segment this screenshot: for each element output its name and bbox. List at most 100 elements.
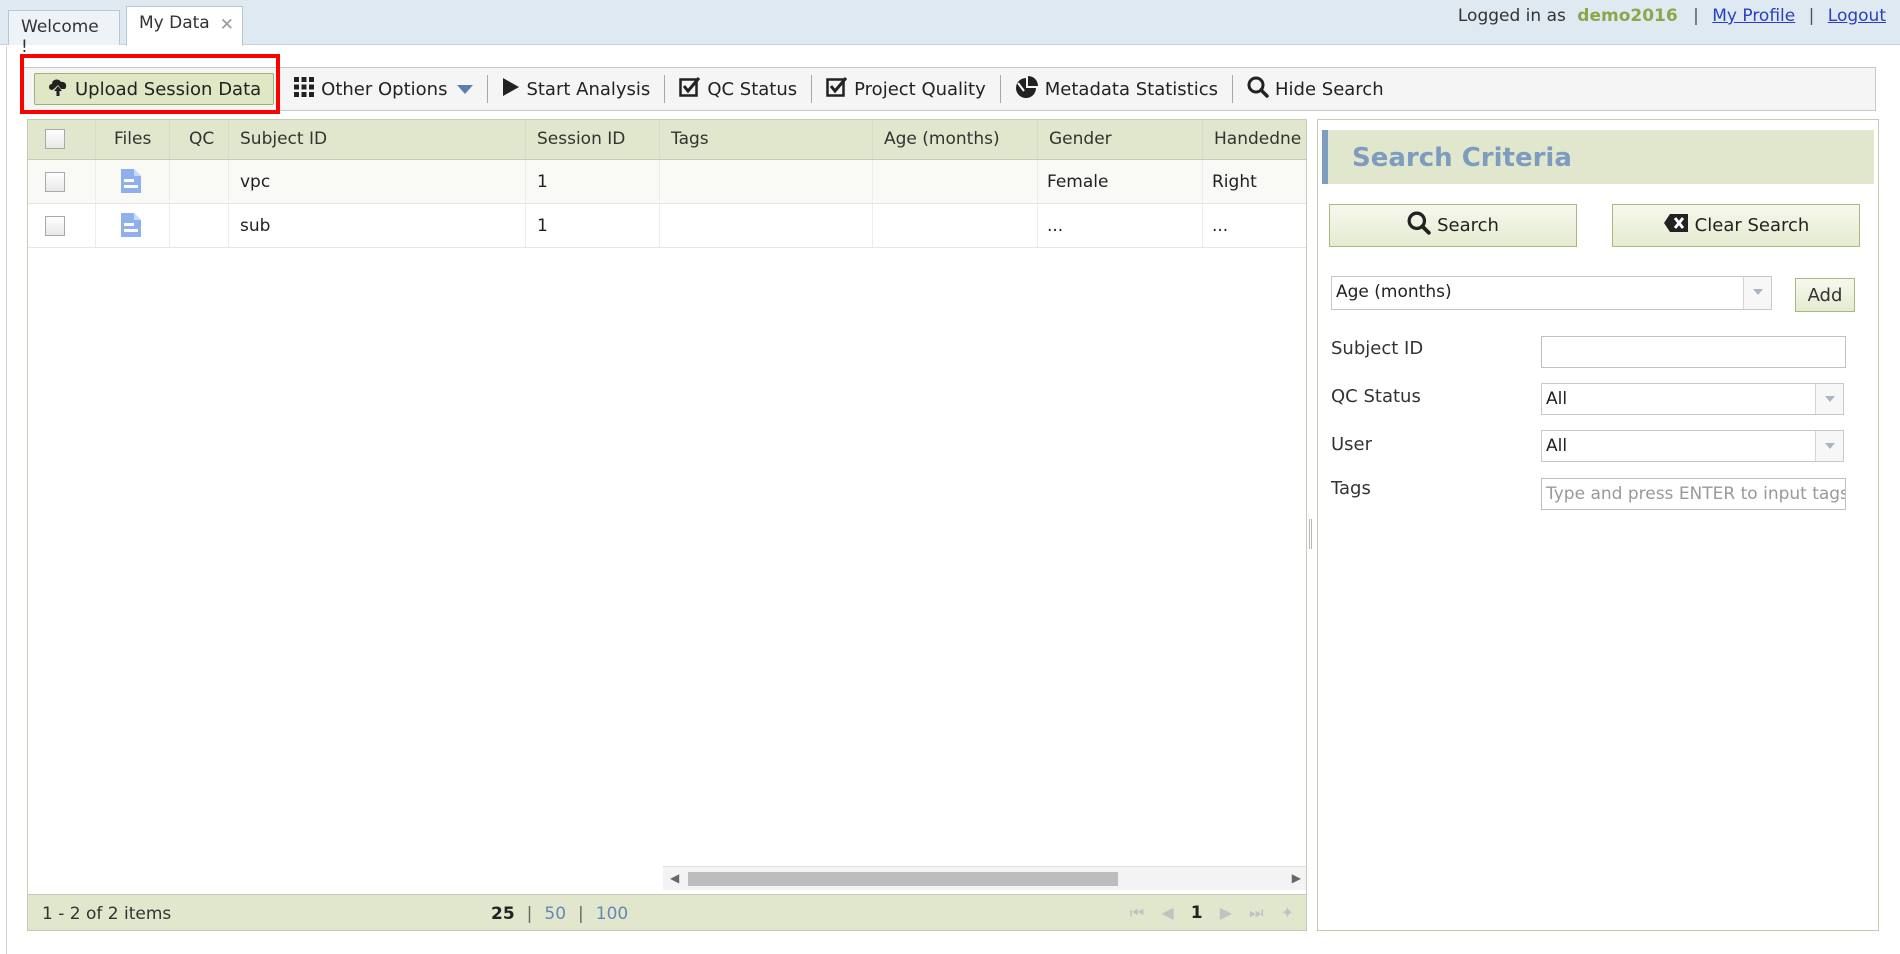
row-select-cell bbox=[28, 160, 96, 203]
chevron-down-icon[interactable] bbox=[1743, 277, 1771, 309]
handedness-cell: Right bbox=[1212, 172, 1257, 192]
column-header-files[interactable]: Files bbox=[96, 120, 170, 159]
criteria-select-value: Age (months) bbox=[1336, 282, 1452, 302]
gender-cell: Female bbox=[1038, 160, 1203, 203]
tab-welcome[interactable]: Welcome ! bbox=[8, 10, 120, 57]
scroll-left-icon[interactable]: ◀ bbox=[670, 871, 679, 885]
column-header-qc[interactable]: QC bbox=[170, 120, 229, 159]
user-select[interactable]: All bbox=[1541, 430, 1844, 462]
my-profile-link[interactable]: My Profile bbox=[1712, 6, 1795, 26]
toolbar: Upload Session Data Other Options Start … bbox=[21, 67, 1876, 111]
chevron-down-icon[interactable] bbox=[1815, 431, 1843, 461]
upload-session-data-button[interactable]: Upload Session Data bbox=[34, 73, 275, 105]
start-analysis-button[interactable]: Start Analysis bbox=[492, 71, 660, 107]
horizontal-scrollbar[interactable]: ◀ ▶ bbox=[663, 866, 1306, 890]
age-cell bbox=[873, 160, 1038, 203]
column-header-age[interactable]: Age (months) bbox=[873, 120, 1038, 159]
top-tab-strip: Welcome ! My Data ✕ Logged in as demo201… bbox=[0, 0, 1900, 57]
close-icon[interactable]: ✕ bbox=[220, 15, 234, 35]
search-panel: Search Criteria Search Clear Search bbox=[1317, 119, 1879, 931]
add-criteria-button[interactable]: Add bbox=[1795, 278, 1855, 312]
table-row[interactable]: sub 1 ... ... bbox=[28, 204, 1306, 248]
separator: | bbox=[578, 904, 584, 924]
files-cell bbox=[96, 204, 170, 247]
page-size-25[interactable]: 25 bbox=[491, 904, 515, 924]
search-button[interactable]: Search bbox=[1329, 204, 1577, 247]
qc-status-label: QC Status bbox=[1331, 386, 1421, 407]
pie-chart-icon bbox=[1015, 75, 1039, 104]
qc-status-button[interactable]: QC Status bbox=[669, 71, 807, 107]
files-cell bbox=[96, 160, 170, 203]
project-quality-button[interactable]: Project Quality bbox=[816, 71, 996, 107]
page-size-100[interactable]: 100 bbox=[596, 904, 628, 924]
tags-cell bbox=[660, 204, 873, 247]
other-options-button[interactable]: Other Options bbox=[283, 71, 483, 107]
session-id-cell: 1 bbox=[526, 160, 660, 203]
column-header-session-id[interactable]: Session ID bbox=[526, 120, 660, 159]
upload-cloud-icon bbox=[47, 77, 69, 102]
page-size-selector: 25 | 50 | 100 bbox=[485, 904, 634, 924]
clear-search-button[interactable]: Clear Search bbox=[1612, 204, 1860, 247]
user-value: All bbox=[1546, 436, 1568, 456]
column-header-handedness[interactable]: Handedne bbox=[1203, 120, 1306, 159]
login-info: Logged in as demo2016 | My Profile | Log… bbox=[1458, 6, 1890, 26]
column-header-subject-id[interactable]: Subject ID bbox=[229, 120, 526, 159]
hide-search-label: Hide Search bbox=[1275, 78, 1384, 100]
file-icon[interactable] bbox=[120, 212, 142, 238]
toolbar-divider bbox=[811, 75, 813, 103]
item-count: 1 - 2 of 2 items bbox=[42, 904, 172, 924]
tab-my-data-label: My Data bbox=[139, 13, 210, 33]
select-all-header[interactable] bbox=[28, 120, 96, 159]
refresh-icon[interactable]: ✦ bbox=[1281, 903, 1294, 922]
page-size-50[interactable]: 50 bbox=[544, 904, 566, 924]
project-quality-label: Project Quality bbox=[854, 78, 986, 100]
qc-status-value: All bbox=[1546, 389, 1568, 409]
other-options-label: Other Options bbox=[321, 78, 448, 100]
row-checkbox[interactable] bbox=[45, 172, 65, 192]
handedness-cell: ... bbox=[1212, 216, 1229, 236]
subject-id-cell: vpc bbox=[229, 160, 526, 203]
last-page-icon[interactable]: ⏭ bbox=[1249, 903, 1263, 922]
logout-link[interactable]: Logout bbox=[1828, 6, 1886, 26]
gender-cell: ... bbox=[1038, 204, 1203, 247]
toolbar-divider bbox=[487, 75, 489, 103]
age-cell bbox=[873, 204, 1038, 247]
tags-cell bbox=[660, 160, 873, 203]
subject-id-label: Subject ID bbox=[1331, 338, 1424, 359]
table-row[interactable]: vpc 1 Female Right bbox=[28, 160, 1306, 204]
column-header-gender[interactable]: Gender bbox=[1038, 120, 1203, 159]
logged-in-label: Logged in as bbox=[1457, 6, 1566, 26]
hide-search-button[interactable]: Hide Search bbox=[1237, 71, 1394, 107]
search-criteria-title: Search Criteria bbox=[1322, 130, 1874, 184]
panel-splitter[interactable] bbox=[1309, 519, 1312, 549]
toolbar-divider bbox=[278, 75, 280, 103]
grid-footer: 1 - 2 of 2 items 25 | 50 | 100 ⏮ ◀ 1 ▶ ⏭ ✦ bbox=[28, 894, 1306, 930]
file-icon[interactable] bbox=[120, 168, 142, 194]
tags-input[interactable]: Type and press ENTER to input tags bbox=[1541, 478, 1846, 510]
chevron-down-icon[interactable] bbox=[1815, 384, 1843, 414]
first-page-icon[interactable]: ⏮ bbox=[1130, 903, 1144, 922]
qc-cell bbox=[170, 160, 229, 203]
checkbox-checked-icon bbox=[826, 76, 848, 103]
qc-status-label: QC Status bbox=[707, 78, 798, 100]
tab-my-data[interactable]: My Data ✕ bbox=[126, 6, 243, 46]
grid-header: Files QC Subject ID Session ID Tags Age … bbox=[28, 120, 1306, 160]
column-header-tags[interactable]: Tags bbox=[660, 120, 873, 159]
clear-search-label: Clear Search bbox=[1694, 215, 1810, 236]
upload-session-data-label: Upload Session Data bbox=[75, 78, 262, 100]
metadata-statistics-button[interactable]: Metadata Statistics bbox=[1005, 71, 1228, 107]
subject-id-cell: sub bbox=[229, 204, 526, 247]
scroll-right-icon[interactable]: ▶ bbox=[1292, 871, 1301, 885]
next-page-icon[interactable]: ▶ bbox=[1220, 903, 1232, 922]
prev-page-icon[interactable]: ◀ bbox=[1161, 903, 1173, 922]
current-page: 1 bbox=[1190, 903, 1203, 923]
qc-status-select[interactable]: All bbox=[1541, 383, 1844, 415]
select-all-checkbox[interactable] bbox=[45, 129, 65, 149]
grid-icon bbox=[293, 76, 315, 103]
subject-id-input[interactable] bbox=[1541, 336, 1846, 368]
criteria-select[interactable]: Age (months) bbox=[1331, 276, 1772, 310]
row-checkbox[interactable] bbox=[45, 216, 65, 236]
start-analysis-label: Start Analysis bbox=[526, 78, 651, 100]
toolbar-divider bbox=[1232, 75, 1234, 103]
scrollbar-thumb[interactable] bbox=[688, 872, 1118, 886]
